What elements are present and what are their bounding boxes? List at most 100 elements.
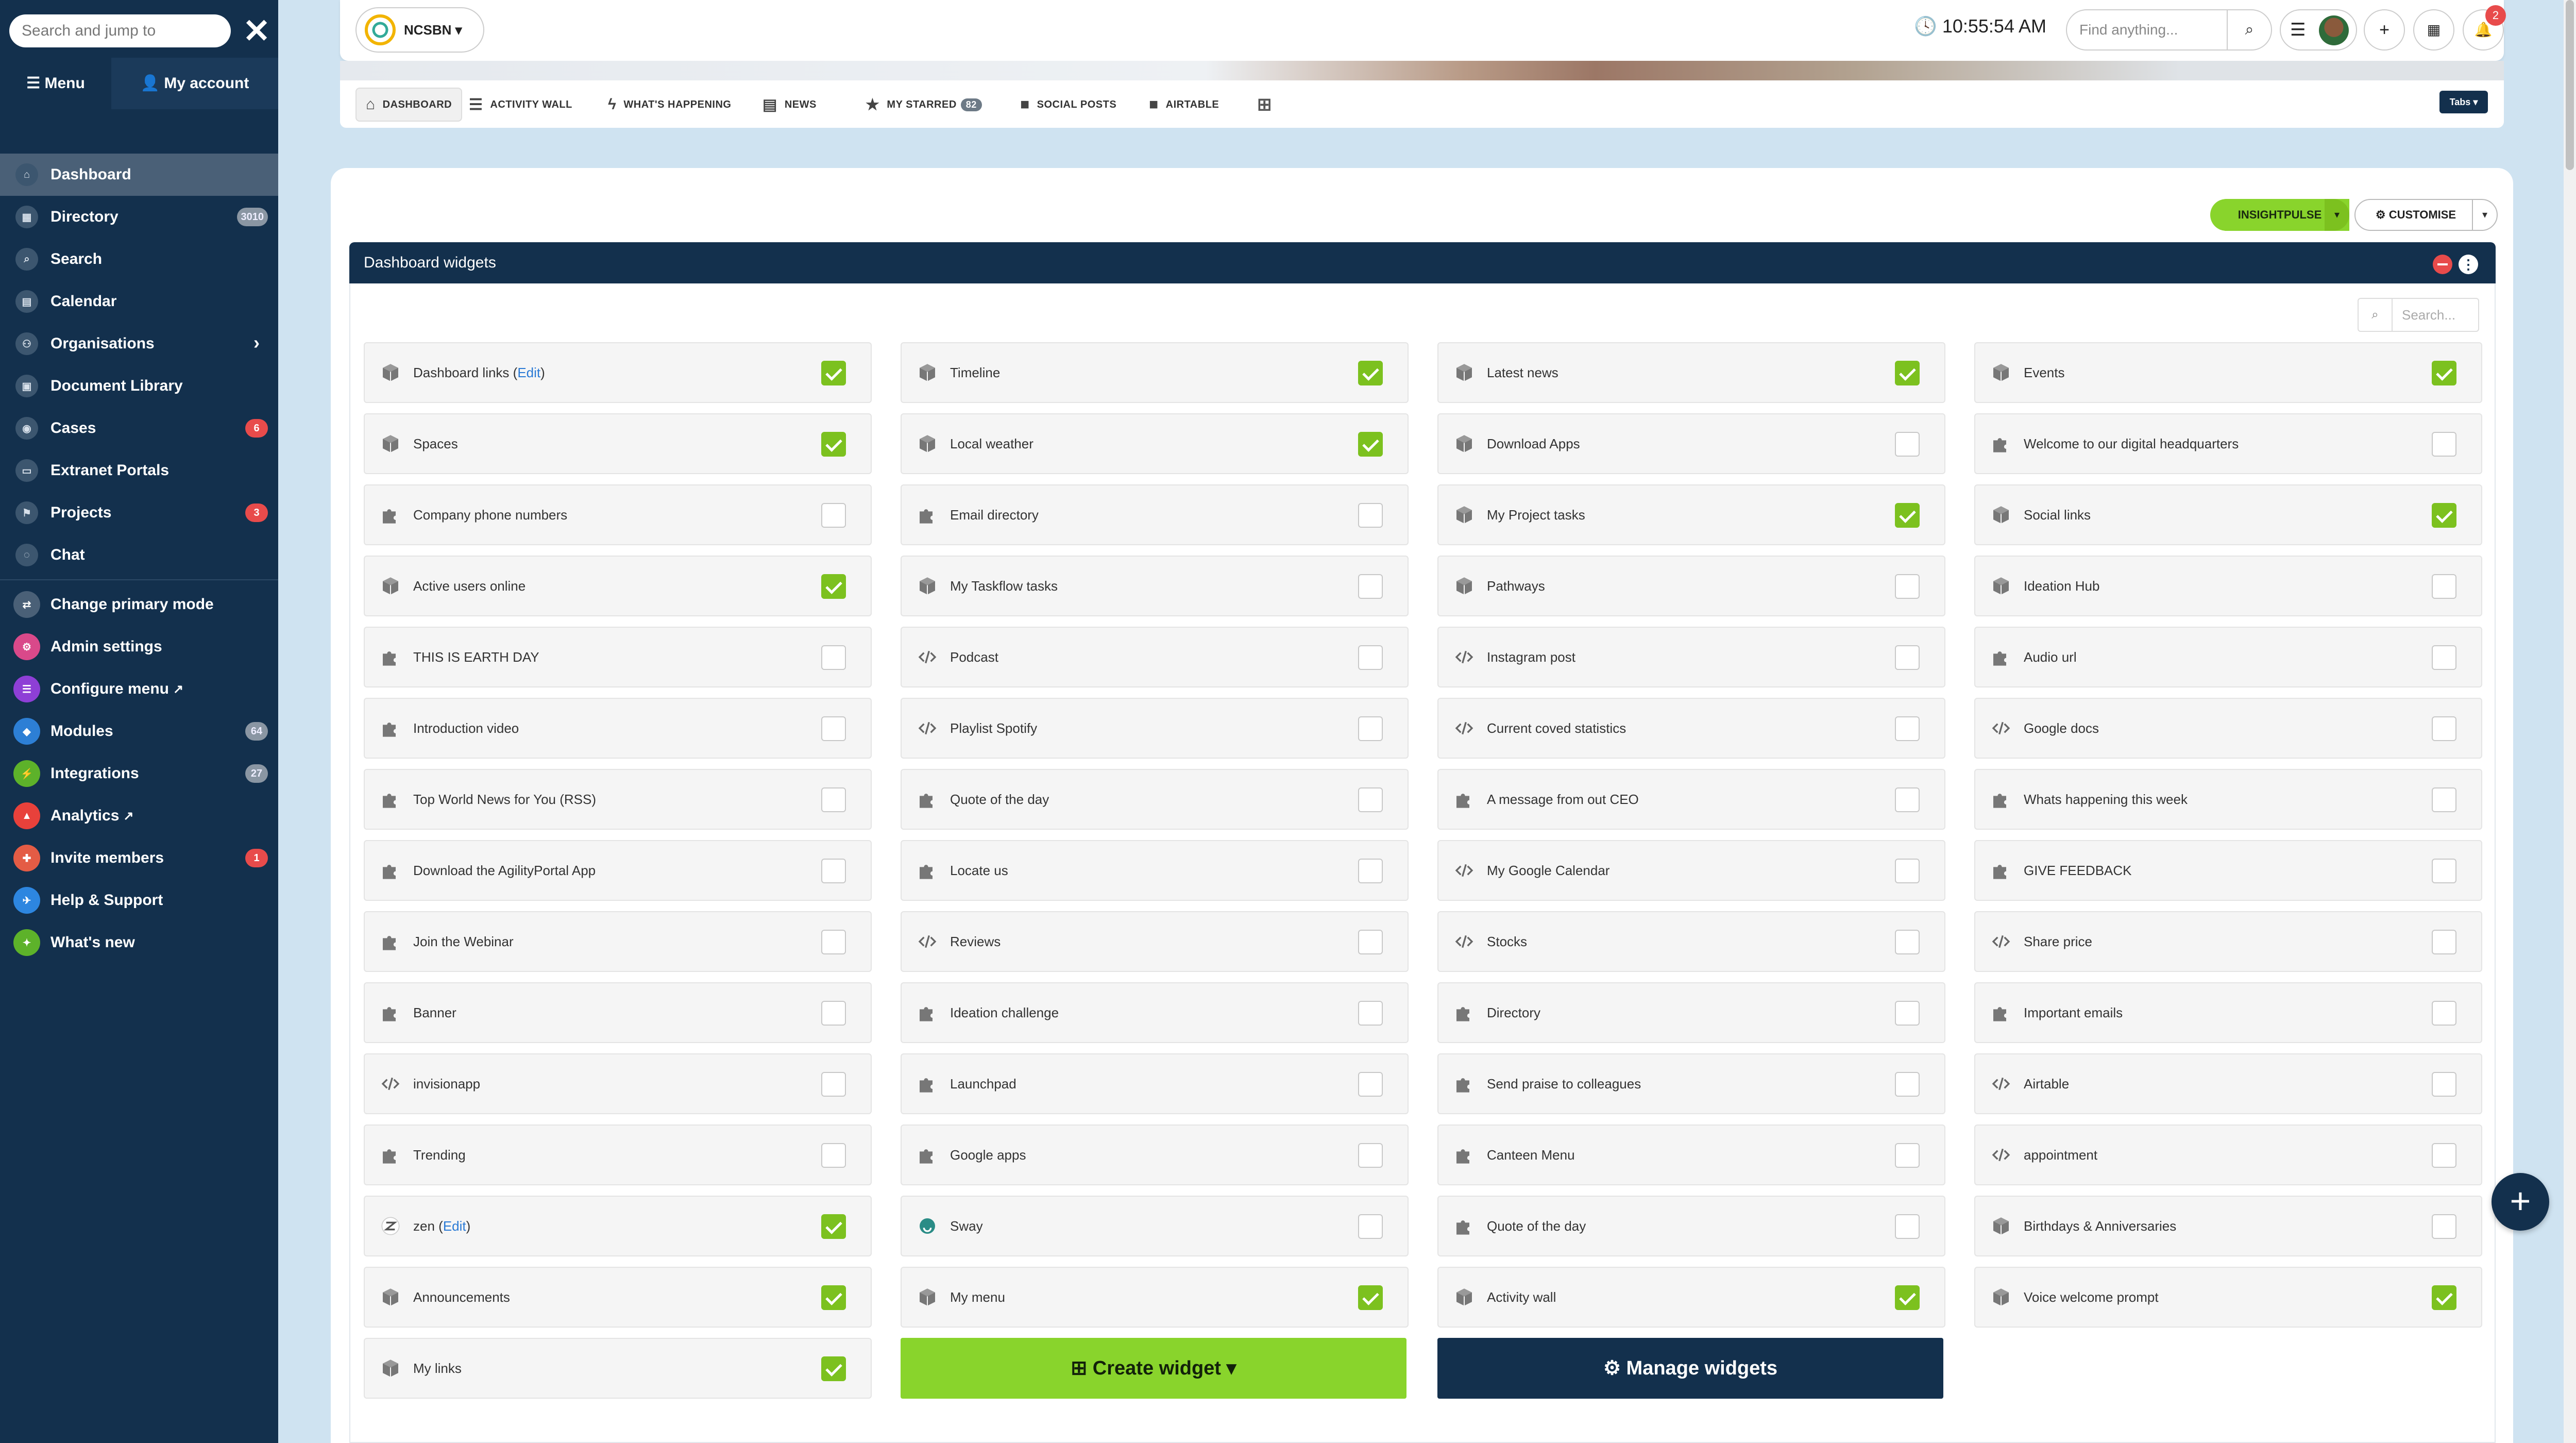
widget-whats-happening-this-week[interactable]: Whats happening this week <box>1974 769 2482 830</box>
sidebar-item-invite-members[interactable]: ✚ Invite members 1 <box>0 837 278 879</box>
widget-join-the-webinar[interactable]: Join the Webinar <box>364 911 872 972</box>
widget-checkbox[interactable] <box>2432 645 2456 670</box>
widget-this-is-earth-day[interactable]: THIS IS EARTH DAY <box>364 627 872 687</box>
close-icon[interactable]: ✕ <box>241 14 272 47</box>
calendar-icon[interactable]: ▦ <box>2413 9 2454 51</box>
tab-airtable[interactable]: ■ AIRTABLE <box>1149 88 1219 122</box>
widget-checkbox[interactable] <box>1358 503 1383 528</box>
widget-my-menu[interactable]: My menu <box>901 1267 1409 1328</box>
widget-airtable[interactable]: Airtable <box>1974 1053 2482 1114</box>
widget-trending[interactable]: Trending <box>364 1125 872 1185</box>
widget-checkbox[interactable] <box>2432 1001 2456 1026</box>
sidebar-item-modules[interactable]: ◆ Modules 64 <box>0 710 278 752</box>
menu-button[interactable]: ☰ Menu <box>0 58 111 109</box>
sidebar-item-dashboard[interactable]: ⌂ Dashboard <box>0 154 278 196</box>
sidebar-item-integrations[interactable]: ⚡ Integrations 27 <box>0 752 278 795</box>
widget-checkbox[interactable] <box>2432 716 2456 741</box>
tab-social-posts[interactable]: ■ SOCIAL POSTS <box>1020 88 1116 122</box>
widget-share-price[interactable]: Share price <box>1974 911 2482 972</box>
tab-dashboard[interactable]: ⌂ DASHBOARD <box>355 88 463 122</box>
tab-activity-wall[interactable]: ☰ ACTIVITY WALL <box>469 88 572 122</box>
widget-checkbox[interactable] <box>1895 1214 1920 1239</box>
widget-checkbox[interactable] <box>2432 859 2456 883</box>
widget-my-taskflow-tasks[interactable]: My Taskflow tasks <box>901 556 1409 616</box>
widget-google-docs[interactable]: Google docs <box>1974 698 2482 759</box>
widget-checkbox[interactable] <box>1895 574 1920 599</box>
sidebar-item-what-s-new[interactable]: ✦ What's new <box>0 921 278 964</box>
widget-ideation-hub[interactable]: Ideation Hub <box>1974 556 2482 616</box>
widget-birthdays-anniversaries[interactable]: Birthdays & Anniversaries <box>1974 1196 2482 1256</box>
widget-checkbox[interactable] <box>1895 361 1920 385</box>
sidebar-item-admin-settings[interactable]: ⚙ Admin settings <box>0 626 278 668</box>
sidebar-item-analytics[interactable]: ▲ Analytics ↗ <box>0 795 278 837</box>
user-menu[interactable]: ☰ <box>2280 9 2357 51</box>
widget-banner[interactable]: Banner <box>364 982 872 1043</box>
widget-company-phone-numbers[interactable]: Company phone numbers <box>364 484 872 545</box>
widget-current-coved-statistics[interactable]: Current coved statistics <box>1437 698 1945 759</box>
widget-zen[interactable]: zen (Edit) <box>364 1196 872 1256</box>
customise-button[interactable]: ⚙ CUSTOMISE <box>2354 199 2477 231</box>
widget-a-message-from-out-ceo[interactable]: A message from out CEO <box>1437 769 1945 830</box>
widget-give-feedback[interactable]: GIVE FEEDBACK <box>1974 840 2482 901</box>
widget-checkbox[interactable] <box>1895 716 1920 741</box>
widget-sway[interactable]: Sway <box>901 1196 1409 1256</box>
sidebar-search-input[interactable]: Search and jump to <box>9 14 231 47</box>
add-tab-icon[interactable]: ⊞ <box>1257 88 1272 122</box>
widget-checkbox[interactable] <box>1895 1001 1920 1026</box>
widget-checkbox[interactable] <box>1358 1001 1383 1026</box>
widget-checkbox[interactable] <box>1895 432 1920 457</box>
widget-checkbox[interactable] <box>821 930 846 954</box>
sidebar-item-cases[interactable]: ◉ Cases 6 <box>0 407 278 449</box>
sidebar-item-projects[interactable]: ⚑ Projects 3 <box>0 492 278 534</box>
scrollbar-thumb[interactable] <box>2566 0 2574 170</box>
widget-timeline[interactable]: Timeline <box>901 342 1409 403</box>
widget-checkbox[interactable] <box>2432 574 2456 599</box>
add-fab-button[interactable]: + <box>2492 1173 2549 1231</box>
widget-search-input[interactable]: ⌕ Search... <box>2358 298 2479 332</box>
widget-checkbox[interactable] <box>821 1001 846 1026</box>
widget-checkbox[interactable] <box>2432 361 2456 385</box>
widget-social-links[interactable]: Social links <box>1974 484 2482 545</box>
widget-appointment[interactable]: appointment <box>1974 1125 2482 1185</box>
widget-checkbox[interactable] <box>1895 1143 1920 1168</box>
widget-checkbox[interactable] <box>1358 1214 1383 1239</box>
widget-checkbox[interactable] <box>1358 1285 1383 1310</box>
widget-locate-us[interactable]: Locate us <box>901 840 1409 901</box>
widget-audio-url[interactable]: Audio url <box>1974 627 2482 687</box>
notifications-button[interactable]: 🔔 2 <box>2463 5 2506 51</box>
widget-email-directory[interactable]: Email directory <box>901 484 1409 545</box>
widget-checkbox[interactable] <box>821 1143 846 1168</box>
widget-checkbox[interactable] <box>821 1214 846 1239</box>
widget-canteen-menu[interactable]: Canteen Menu <box>1437 1125 1945 1185</box>
widget-events[interactable]: Events <box>1974 342 2482 403</box>
widget-checkbox[interactable] <box>2432 1214 2456 1239</box>
remove-icon[interactable] <box>2433 255 2452 274</box>
sidebar-item-search[interactable]: ⌕ Search <box>0 238 278 280</box>
widget-podcast[interactable]: Podcast <box>901 627 1409 687</box>
widget-checkbox[interactable] <box>1358 645 1383 670</box>
widget-local-weather[interactable]: Local weather <box>901 413 1409 474</box>
widget-checkbox[interactable] <box>821 645 846 670</box>
widget-checkbox[interactable] <box>1358 1072 1383 1097</box>
widget-checkbox[interactable] <box>2432 1072 2456 1097</box>
widget-active-users-online[interactable]: Active users online <box>364 556 872 616</box>
chevron-right-icon[interactable]: › <box>253 332 260 354</box>
widget-important-emails[interactable]: Important emails <box>1974 982 2482 1043</box>
widget-checkbox[interactable] <box>1358 859 1383 883</box>
sidebar-item-calendar[interactable]: ▤ Calendar <box>0 280 278 323</box>
more-options-icon[interactable]: ⋮ <box>2459 255 2478 274</box>
widget-activity-wall[interactable]: Activity wall <box>1437 1267 1945 1328</box>
widget-my-links[interactable]: My links <box>364 1338 872 1399</box>
sidebar-item-organisations[interactable]: ⚇ Organisations › <box>0 323 278 365</box>
widget-checkbox[interactable] <box>1358 1143 1383 1168</box>
sidebar-item-configure-menu[interactable]: ☰ Configure menu ↗ <box>0 668 278 710</box>
widget-checkbox[interactable] <box>821 361 846 385</box>
search-icon[interactable]: ⌕ <box>2227 10 2271 49</box>
edit-link[interactable]: Edit <box>443 1218 466 1234</box>
scrollbar[interactable] <box>2564 0 2576 1443</box>
widget-checkbox[interactable] <box>821 1285 846 1310</box>
sidebar-item-extranet-portals[interactable]: ▭ Extranet Portals <box>0 449 278 492</box>
widget-checkbox[interactable] <box>1358 716 1383 741</box>
widget-checkbox[interactable] <box>1358 930 1383 954</box>
widget-dashboard-links[interactable]: Dashboard links (Edit) <box>364 342 872 403</box>
